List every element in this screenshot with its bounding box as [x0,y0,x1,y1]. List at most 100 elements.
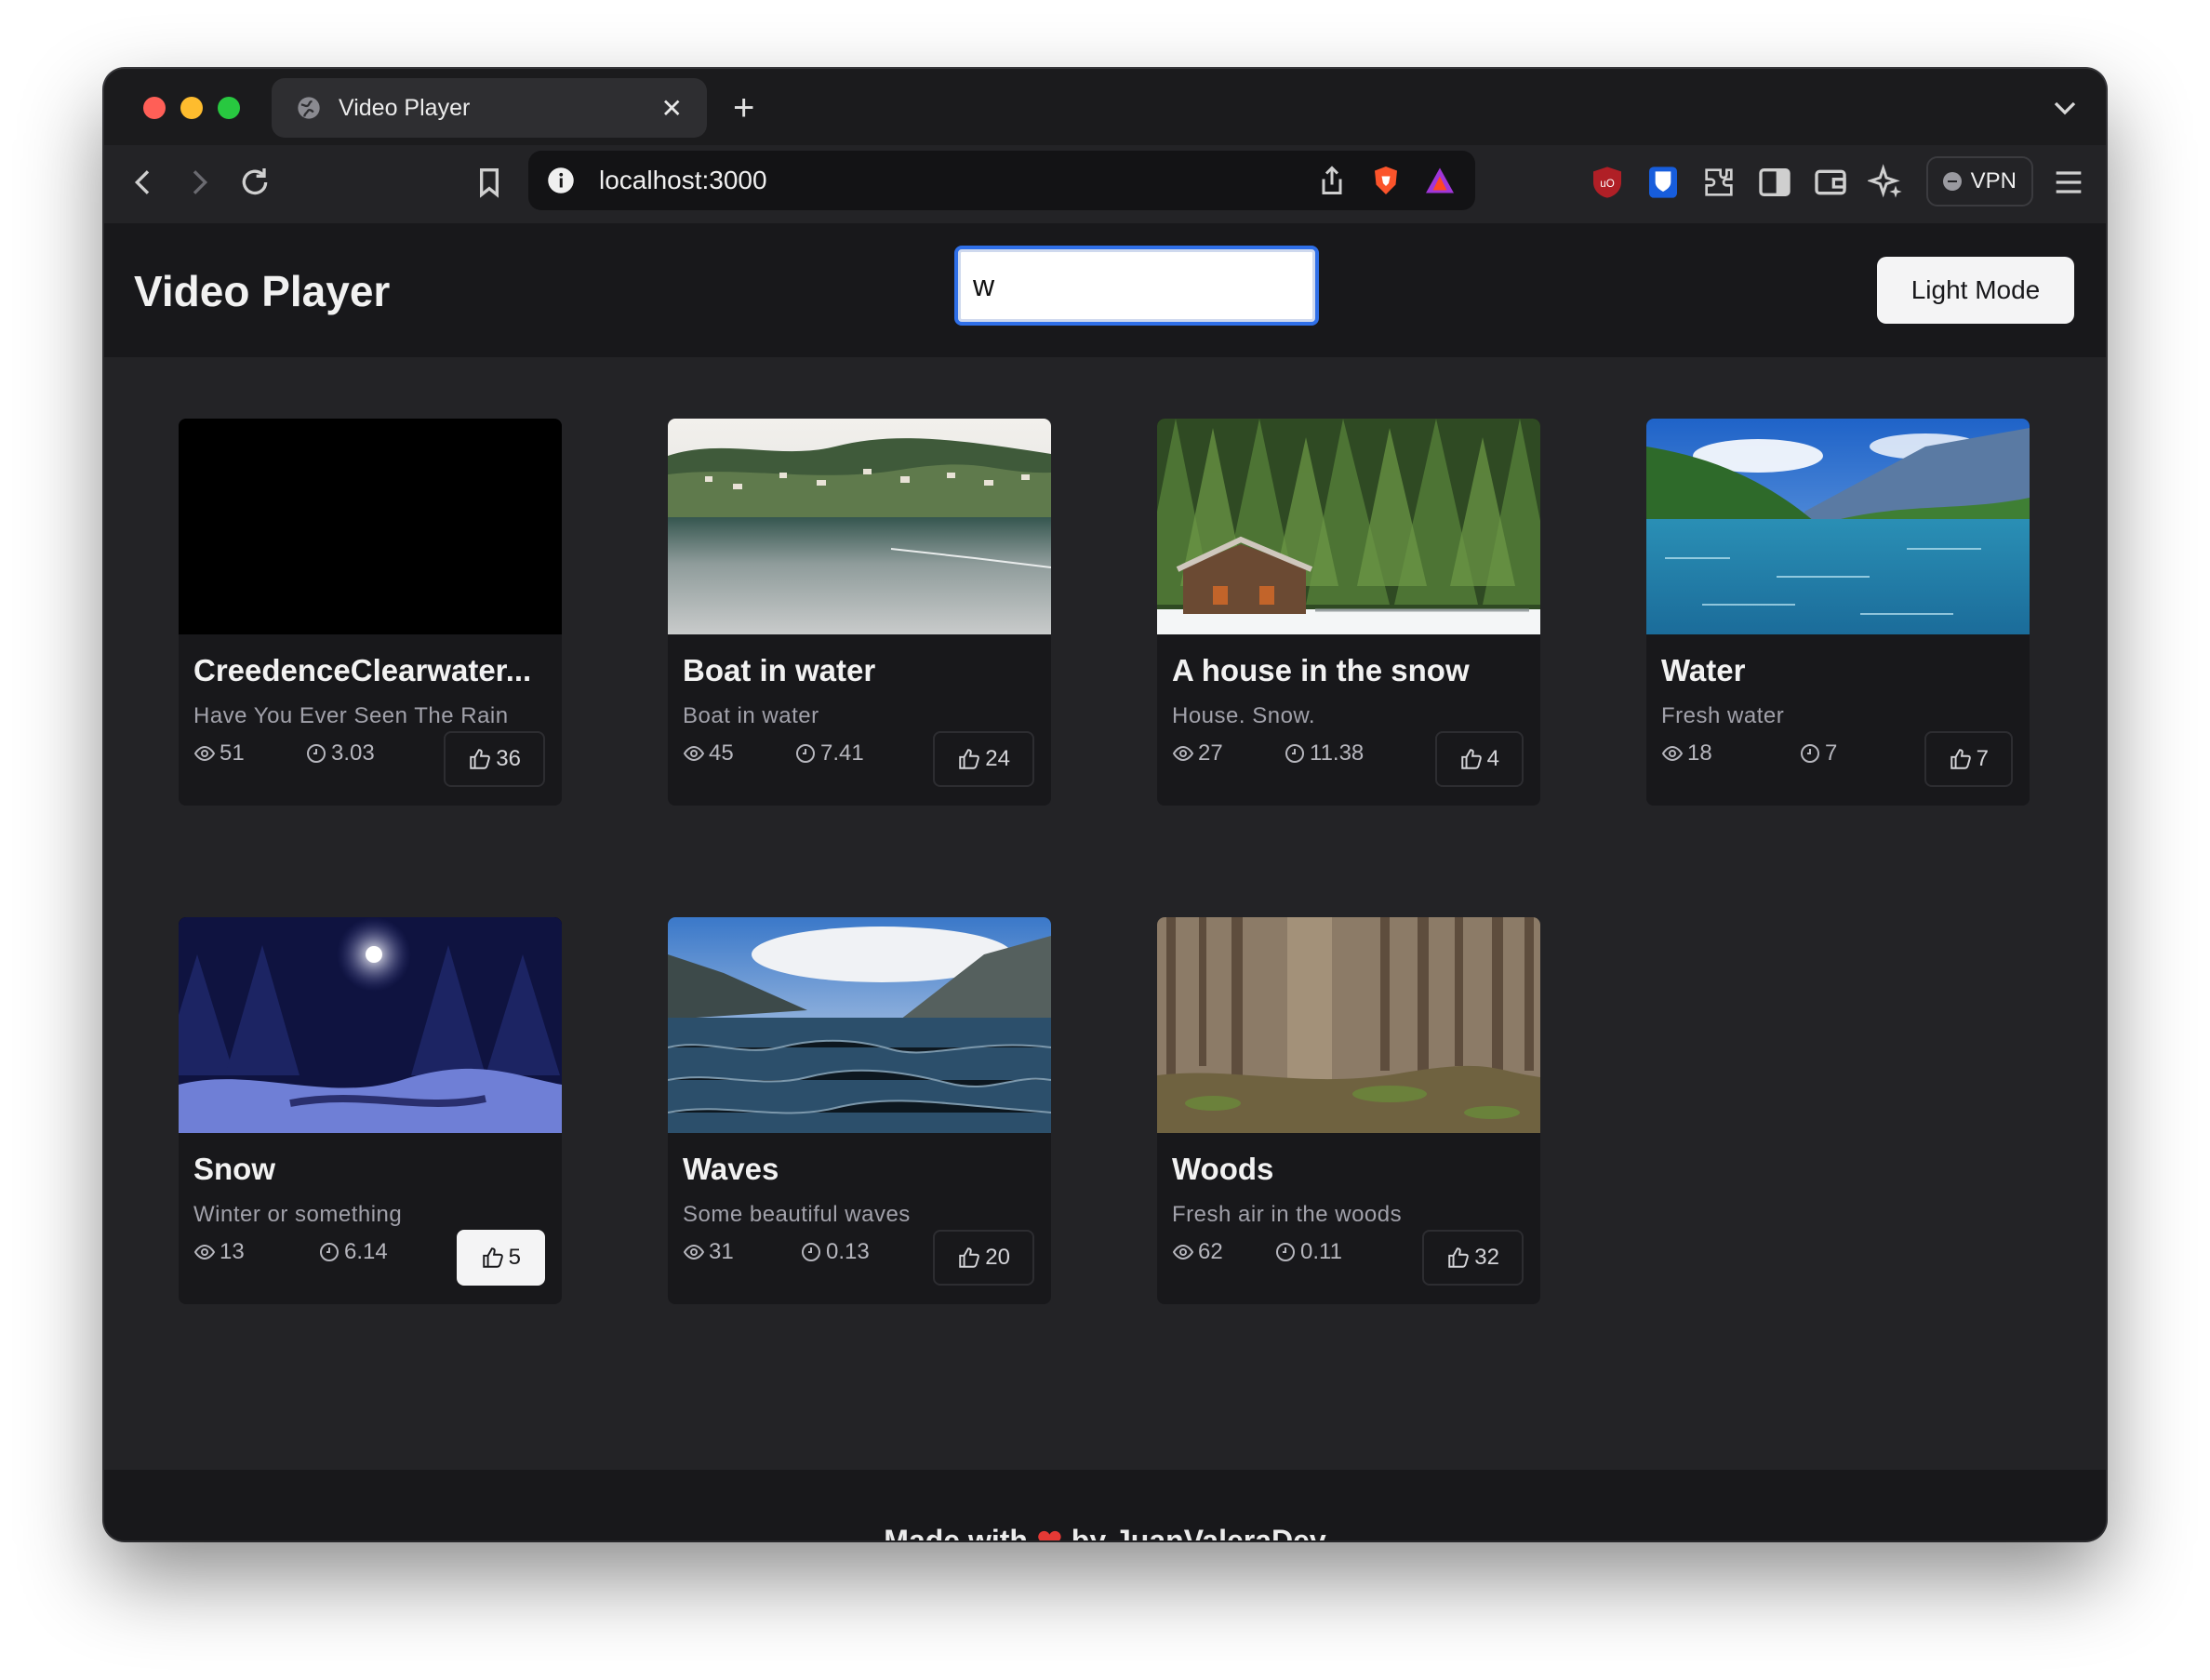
video-thumbnail[interactable] [668,917,1051,1133]
video-card[interactable]: Woods Fresh air in the woods 62 0.11 32 [1157,917,1540,1304]
video-description: Fresh air in the woods [1172,1202,1403,1227]
video-description: Boat in water [683,703,819,728]
tab-title: Video Player [339,94,471,121]
views-count: 18 [1687,740,1712,766]
video-description: Have You Ever Seen The Rain [193,703,509,728]
leo-ai-icon[interactable] [1868,164,1905,201]
video-title: Snow [193,1152,275,1186]
vpn-label: VPN [1970,168,2017,193]
video-title: A house in the snow [1172,653,1470,687]
clock-icon [1285,744,1304,763]
video-thumbnail[interactable] [1157,419,1540,634]
likes-count: 20 [985,1245,1010,1270]
brave-rewards-icon[interactable] [1423,164,1457,197]
chevron-down-icon[interactable] [2046,89,2084,127]
thumbs-up-icon [959,749,980,769]
minimize-window-button[interactable] [180,97,203,119]
sidebar-icon[interactable] [1756,164,1793,201]
video-card[interactable]: Water Fresh water 18 7 7 [1646,419,2030,806]
likes-count: 24 [985,746,1010,771]
url-text: localhost:3000 [599,166,767,194]
video-thumbnail[interactable] [1157,917,1540,1133]
footer: Made with ❤ by JuanValeraDev [104,1470,2106,1540]
bookmark-icon[interactable] [471,164,508,201]
address-bar[interactable]: localhost:3000 [528,151,1475,210]
views-stat: 62 [1172,1233,1223,1271]
vpn-button[interactable]: VPN [1925,156,2033,207]
ublock-icon[interactable]: uO [1589,164,1626,201]
page-title: Video Player [134,267,391,315]
like-button[interactable]: 4 [1434,731,1524,787]
clock-icon [320,1243,339,1261]
video-title: Woods [1172,1152,1274,1186]
light-mode-button[interactable]: Light Mode [1877,257,2074,324]
zoom-window-button[interactable] [218,97,240,119]
views-count: 31 [709,1239,734,1264]
video-description: Winter or something [193,1202,403,1227]
menu-icon[interactable] [2050,164,2087,201]
eye-icon [1172,745,1194,762]
like-button[interactable]: 24 [933,731,1034,787]
video-thumbnail[interactable] [668,419,1051,634]
duration-value: 11.38 [1310,740,1365,766]
globe-icon [298,97,320,119]
video-thumbnail[interactable] [1646,419,2030,634]
views-count: 62 [1198,1239,1223,1264]
browser-window: Video Player ✕ + localhost:3000 uO VPN V… [104,69,2106,1540]
footer-text-after: by JuanValeraDev [1071,1523,1326,1541]
browser-toolbar: localhost:3000 uO VPN [104,145,2106,223]
clock-icon [1276,1243,1295,1261]
back-icon[interactable] [125,164,162,201]
duration-stat: 6.14 [318,1233,388,1271]
duration-value: 0.13 [826,1239,870,1264]
clock-icon [802,1243,820,1261]
search-input[interactable] [954,246,1319,326]
video-card[interactable]: A house in the snow House. Snow. 27 11.3… [1157,419,1540,806]
views-count: 45 [709,740,734,766]
thumbs-up-icon [482,1247,503,1268]
new-tab-icon[interactable]: + [733,84,754,132]
video-card[interactable]: Waves Some beautiful waves 31 0.13 20 [668,917,1051,1304]
share-icon[interactable] [1315,164,1349,197]
video-description: House. Snow. [1172,703,1316,728]
info-icon[interactable] [547,167,575,194]
app-header: Video Player Light Mode [104,223,2106,357]
clock-icon [307,744,326,763]
duration-value: 3.03 [331,740,375,766]
like-button[interactable]: 5 [456,1230,545,1286]
forward-icon[interactable] [180,164,218,201]
thumbs-up-icon [1460,749,1482,769]
browser-tab[interactable]: Video Player ✕ [272,78,707,138]
bitwarden-icon[interactable] [1644,164,1682,201]
like-button[interactable]: 36 [444,731,545,787]
heart-icon: ❤ [1036,1524,1062,1540]
like-button[interactable]: 20 [933,1230,1034,1286]
video-card[interactable]: Boat in water Boat in water 45 7.41 24 [668,419,1051,806]
duration-stat: 11.38 [1284,735,1364,772]
thumbs-up-icon [1950,749,1971,769]
video-description: Some beautiful waves [683,1202,911,1227]
wallet-icon[interactable] [1812,164,1849,201]
likes-count: 4 [1486,746,1499,771]
video-title: Boat in water [683,653,876,687]
like-button[interactable]: 7 [1924,731,2013,787]
video-thumbnail[interactable] [179,419,562,634]
views-stat: 27 [1172,735,1223,772]
duration-value: 7.41 [820,740,864,766]
clock-icon [796,744,815,763]
brave-shields-icon[interactable] [1369,164,1403,197]
video-title: Waves [683,1152,779,1186]
video-card[interactable]: Snow Winter or something 13 6.14 5 [179,917,562,1304]
video-card[interactable]: CreedenceClearwater... Have You Ever See… [179,419,562,806]
eye-icon [193,1244,216,1260]
extensions-icon[interactable] [1700,164,1737,201]
close-tab-icon[interactable]: ✕ [661,93,683,124]
video-thumbnail[interactable] [179,917,562,1133]
footer-text-before: Made with [884,1523,1028,1541]
views-stat: 45 [683,735,734,772]
reload-icon[interactable] [236,164,273,201]
close-window-button[interactable] [143,97,166,119]
duration-stat: 0.13 [800,1233,870,1271]
page-content: Video Player Light Mode CreedenceClearwa… [104,223,2106,1540]
like-button[interactable]: 32 [1422,1230,1524,1286]
